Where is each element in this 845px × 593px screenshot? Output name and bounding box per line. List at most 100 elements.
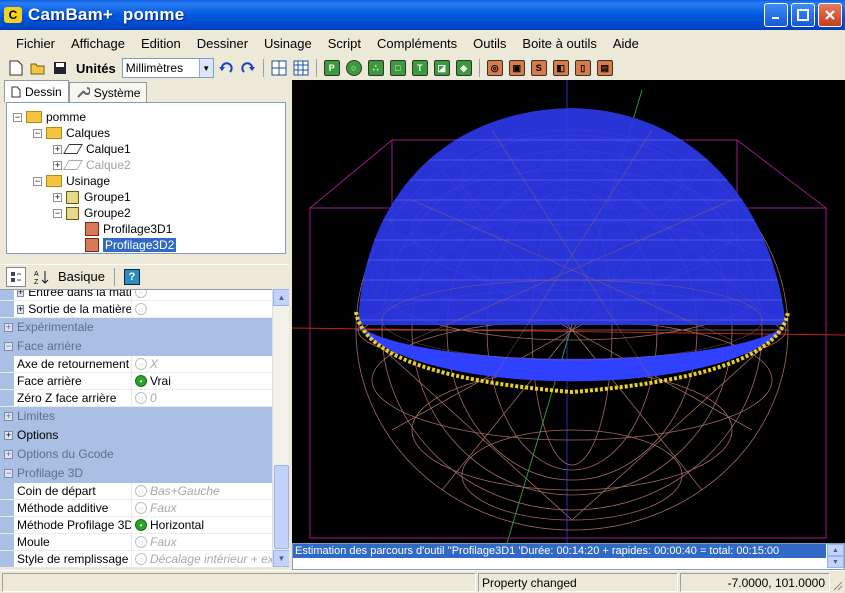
close-button[interactable] [818,3,842,27]
default-indicator[interactable]: • [132,517,150,533]
prop-row-entree[interactable]: +Entrée dans la matière ○ [0,290,272,301]
resize-grip-icon[interactable] [831,579,843,591]
prop-row-moule[interactable]: Moule ○ Faux [0,534,272,551]
prop-value[interactable] [150,290,272,300]
tab-dessin[interactable]: Dessin [4,80,69,102]
menu-dessiner[interactable]: Dessiner [189,36,256,51]
category-experimentale[interactable]: + Expérimentale [0,318,272,337]
units-select[interactable]: Millimètres ▼ [121,58,214,78]
prop-value[interactable]: Horizontal [150,517,272,533]
prop-value[interactable]: Vrai [150,373,272,389]
prop-row-methode[interactable]: Méthode Profilage 3D • Horizontal [0,517,272,534]
new-file-button[interactable] [6,58,26,78]
log-message[interactable]: Estimation des parcours d'outil ''Profil… [293,544,826,558]
default-indicator[interactable]: ○ [132,356,150,372]
collapse-icon[interactable]: − [13,112,22,122]
scroll-thumb[interactable] [274,465,289,549]
expand-icon[interactable]: + [4,430,13,440]
tree-node-groupe2[interactable]: − Groupe2 [53,205,131,221]
3d-viewport[interactable] [292,80,845,543]
collapse-icon[interactable]: − [53,208,62,218]
property-scrollbar[interactable]: ▲ ▼ [272,289,290,567]
collapse-icon[interactable]: − [4,341,13,351]
menu-script[interactable]: Script [320,36,369,51]
expand-icon[interactable]: + [4,411,13,421]
snap-grid-button[interactable] [269,58,289,78]
pocket-button[interactable]: ▣ [507,58,527,78]
circle-button[interactable]: ○ [344,58,364,78]
tree-node-usinage[interactable]: − Usinage [33,173,110,189]
category-profilage-3d[interactable]: − Profilage 3D [0,464,272,483]
undo-button[interactable] [216,58,236,78]
menu-boite-a-outils[interactable]: Boite à outils [514,36,604,51]
menu-fichier[interactable]: Fichier [8,36,63,51]
prop-row-additive[interactable]: Méthode additive ○ Faux [0,500,272,517]
region-button[interactable]: ◪ [432,58,452,78]
prop-row-face[interactable]: Face arrière • Vrai [0,373,272,390]
default-indicator[interactable]: ○ [132,290,150,300]
menu-edition[interactable]: Edition [133,36,189,51]
expand-icon[interactable]: + [53,160,62,170]
default-indicator[interactable]: ○ [132,483,150,499]
log-scrollbar[interactable]: ▲ ▼ [827,544,844,569]
scroll-down-icon[interactable]: ▼ [273,550,290,567]
default-indicator[interactable]: ○ [132,534,150,550]
menu-usinage[interactable]: Usinage [256,36,320,51]
default-indicator[interactable]: ○ [132,301,150,317]
default-indicator[interactable]: • [132,373,150,389]
prop-value[interactable]: Faux [150,500,272,516]
scroll-up-icon[interactable]: ▲ [273,289,290,306]
expand-icon[interactable]: + [53,144,62,154]
default-indicator[interactable]: ○ [132,500,150,516]
expand-icon[interactable]: + [17,290,25,297]
tree-node-calque1[interactable]: + Calque1 [53,141,131,157]
profile3d-button[interactable]: ◧ [551,58,571,78]
prop-row-axe[interactable]: Axe de retournement ○ X [0,356,272,373]
prop-row-sortie[interactable]: + Sortie de la matière ○ [0,301,272,318]
category-face-arriere[interactable]: − Face arrière [0,337,272,356]
help-icon[interactable]: ? [123,268,140,285]
surface-button[interactable]: ◈ [454,58,474,78]
expand-icon[interactable]: + [4,322,13,332]
open-file-button[interactable] [28,58,48,78]
rectangle-button[interactable]: □ [388,58,408,78]
menu-affichage[interactable]: Affichage [63,36,133,51]
menu-outils[interactable]: Outils [465,36,514,51]
view-mode-label[interactable]: Basique [58,269,105,284]
nc-file-button[interactable]: ▤ [595,58,615,78]
prop-value[interactable]: 0 [150,390,272,406]
prop-value[interactable]: Bas+Gauche [150,483,272,499]
prop-value[interactable]: Faux [150,534,272,550]
polyline-button[interactable]: P [322,58,342,78]
prop-row-zero[interactable]: Zéro Z face arrière ○ 0 [0,390,272,407]
collapse-icon[interactable]: − [33,176,42,186]
prop-value[interactable] [150,301,272,317]
redo-button[interactable] [238,58,258,78]
category-gcode[interactable]: + Options du Gcode [0,445,272,464]
engrave-button[interactable]: S [529,58,549,78]
expand-icon[interactable]: + [4,449,13,459]
alphabetical-view-button[interactable]: AZ [32,267,52,287]
tree-node-calques[interactable]: − Calques [33,125,110,141]
prop-row-style[interactable]: Style de remplissage régions ○ Décalage … [0,551,272,567]
scroll-down-icon[interactable]: ▼ [827,556,844,568]
menu-complements[interactable]: Compléments [369,36,465,51]
tree-node-calque2[interactable]: + Calque2 [53,157,131,173]
prop-row-coin[interactable]: Coin de départ ○ Bas+Gauche [0,483,272,500]
scroll-up-icon[interactable]: ▲ [827,544,844,556]
tree-node-root[interactable]: − pomme [13,109,86,125]
grid-button[interactable] [291,58,311,78]
drill-button[interactable]: ◎ [485,58,505,78]
category-limites[interactable]: + Limites [0,407,272,426]
lathe-button[interactable]: ▯ [573,58,593,78]
points-button[interactable]: ∴ [366,58,386,78]
prop-value[interactable]: Décalage intérieur + extérieur [150,551,272,567]
default-indicator[interactable]: ○ [132,551,150,567]
text-button[interactable]: T [410,58,430,78]
categorized-view-button[interactable] [6,266,26,287]
default-indicator[interactable]: ○ [132,390,150,406]
expand-icon[interactable]: + [17,304,25,314]
tab-systeme[interactable]: Système [68,82,148,102]
save-button[interactable] [50,58,70,78]
expand-icon[interactable]: + [53,192,62,202]
